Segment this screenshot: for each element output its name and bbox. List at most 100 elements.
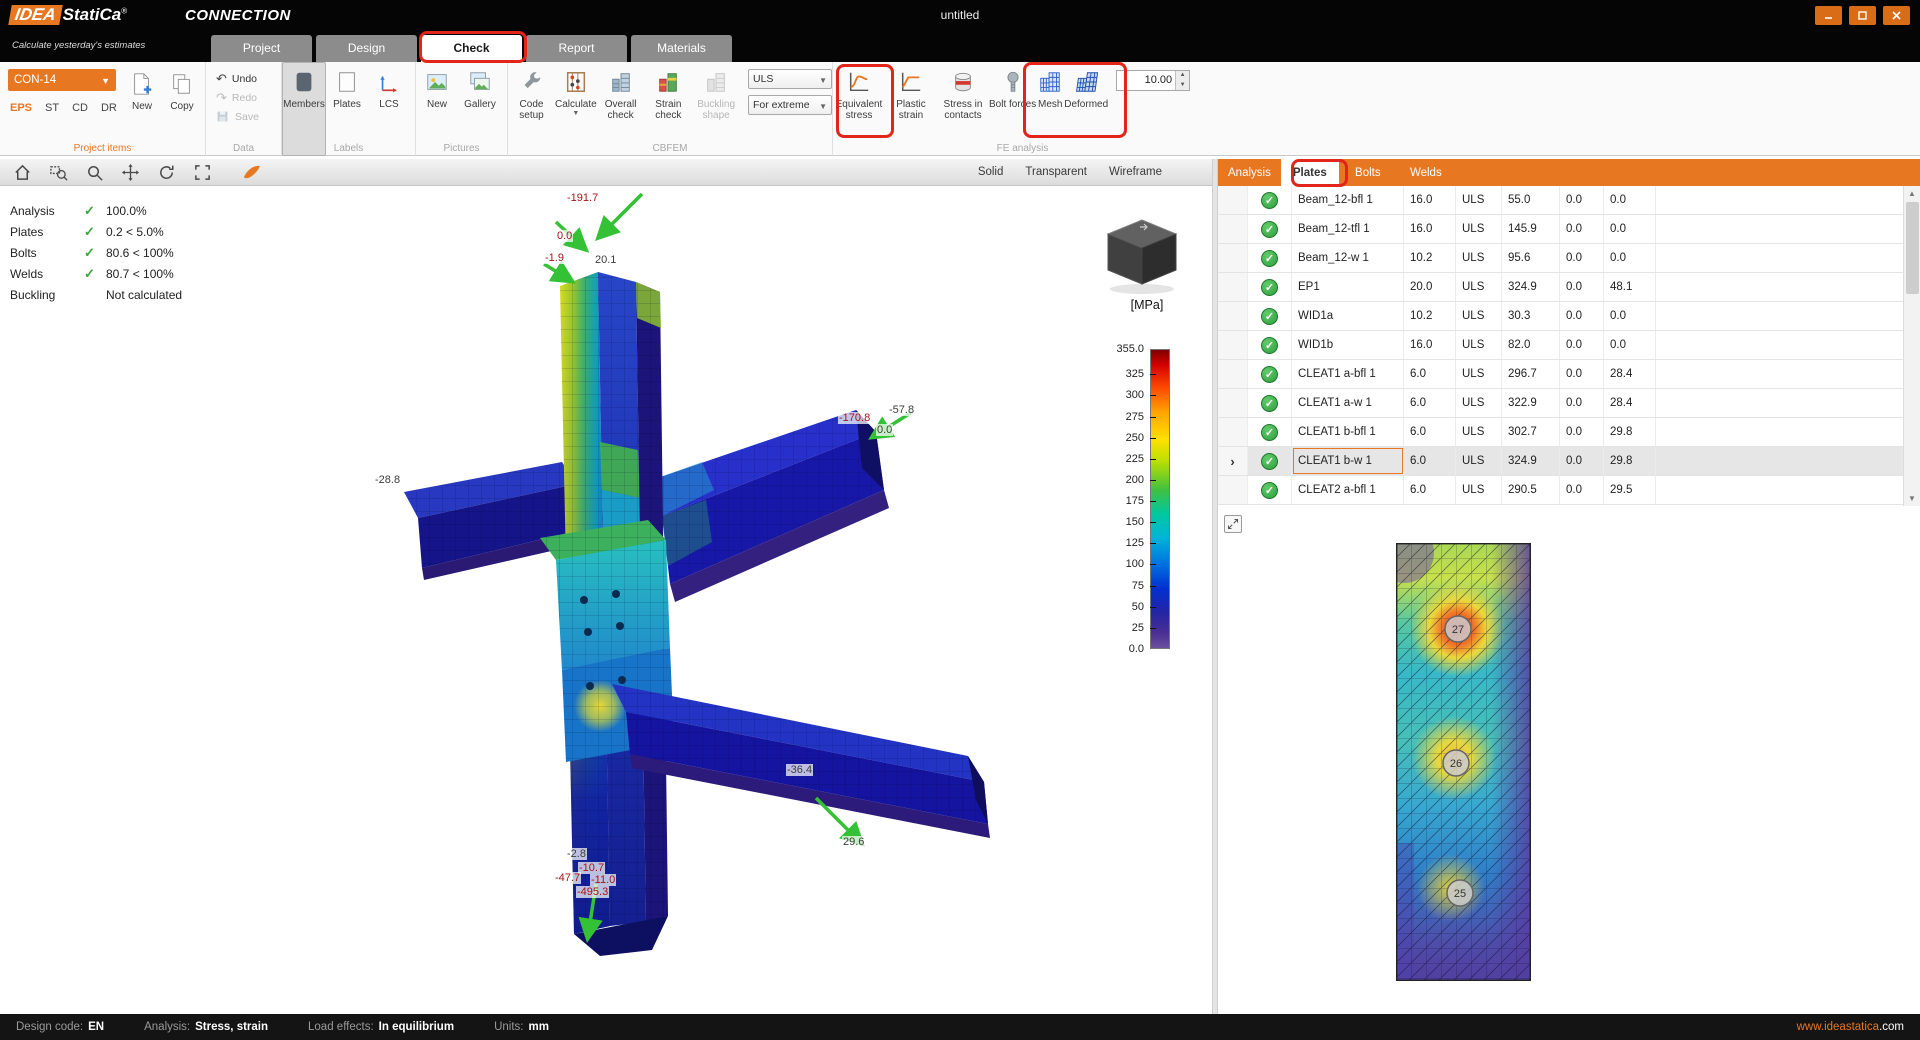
statusbar-item-value: In equilibrium bbox=[379, 1021, 454, 1033]
check-value-cell: 29.8 bbox=[1604, 447, 1656, 475]
copy-item-button[interactable]: Copy bbox=[162, 64, 202, 112]
undo-button[interactable]: ↶Undo bbox=[216, 69, 281, 88]
tab-check[interactable]: Check bbox=[421, 35, 522, 62]
table-row[interactable]: ✓ WID1a 10.2 ULS 30.3 0.0 0.0 bbox=[1218, 302, 1903, 331]
deformed-toggle-button[interactable]: Deformed bbox=[1064, 62, 1108, 156]
logo-reg: ® bbox=[121, 7, 127, 16]
model-viewport[interactable]: Solid Transparent Wireframe bbox=[0, 159, 1212, 1014]
table-row[interactable]: ✓ CLEAT1 a-w 1 6.0 ULS 322.9 0.0 28.4 bbox=[1218, 389, 1903, 418]
statusbar-item: Load effects:In equilibrium bbox=[308, 1021, 454, 1033]
statusbar-item: Analysis:Stress, strain bbox=[144, 1021, 268, 1033]
equivalent-stress-button[interactable]: Equivalent stress bbox=[833, 62, 885, 156]
table-row[interactable]: ✓ WID1b 16.0 ULS 82.0 0.0 0.0 bbox=[1218, 331, 1903, 360]
bolt-icon bbox=[999, 68, 1027, 96]
view-cube[interactable] bbox=[1100, 210, 1196, 296]
spinner-down-icon[interactable]: ▼ bbox=[1176, 81, 1189, 91]
tab-project[interactable]: Project bbox=[211, 35, 312, 62]
fea-3d-canvas[interactable]: -191.70.0-1.920.1-28.8-170.8-57.80.0-36.… bbox=[0, 186, 1212, 1014]
table-row[interactable]: ✓ CLEAT2 a-bfl 1 6.0 ULS 290.5 0.0 29.5 bbox=[1218, 476, 1903, 505]
buckling-shape-button[interactable]: Buckling shape bbox=[692, 62, 740, 156]
table-scrollbar[interactable]: ▲ ▼ bbox=[1903, 186, 1920, 506]
members-labels-button[interactable]: Members bbox=[282, 62, 326, 156]
results-panel: Analysis Plates Bolts Welds ✓ Beam_12-bf… bbox=[1218, 159, 1920, 1014]
legend-tick-mark bbox=[1150, 395, 1156, 396]
legend-tick-label: 250 bbox=[1126, 432, 1144, 444]
scroll-down-icon[interactable]: ▼ bbox=[1904, 491, 1920, 506]
window-minimize-button[interactable] bbox=[1815, 6, 1842, 25]
tab-report[interactable]: Report bbox=[526, 35, 627, 62]
lcs-labels-button[interactable]: LCS bbox=[368, 62, 410, 156]
mesh-toggle-button[interactable]: Mesh bbox=[1036, 62, 1064, 156]
paint-results-icon[interactable] bbox=[240, 161, 264, 183]
empty-cell bbox=[1656, 331, 1903, 359]
table-row[interactable]: ✓ CLEAT1 a-bfl 1 6.0 ULS 296.7 0.0 28.4 bbox=[1218, 360, 1903, 389]
strain-check-button[interactable]: Strain check bbox=[644, 62, 692, 156]
table-row[interactable]: ✓ Beam_12-w 1 10.2 ULS 95.6 0.0 0.0 bbox=[1218, 244, 1903, 273]
item-name-cell: Beam_12-w 1 bbox=[1292, 244, 1404, 272]
row-chevron bbox=[1218, 273, 1248, 301]
buckling-building-icon bbox=[702, 68, 730, 96]
detail-expand-button[interactable] bbox=[1224, 515, 1242, 533]
code-setup-button[interactable]: Code setup bbox=[508, 62, 555, 156]
window-maximize-button[interactable] bbox=[1849, 6, 1876, 25]
tab-materials[interactable]: Materials bbox=[631, 35, 732, 62]
mode-eps[interactable]: EPS bbox=[10, 102, 32, 114]
scroll-up-icon[interactable]: ▲ bbox=[1904, 186, 1920, 201]
statusbar-item-label: Units: bbox=[494, 1021, 523, 1033]
redo-button[interactable]: ↷Redo bbox=[216, 88, 281, 107]
window-close-button[interactable] bbox=[1883, 6, 1910, 25]
deformed-scale-spinner[interactable]: 10.00 ▲▼ bbox=[1116, 70, 1190, 91]
zoom-window-icon[interactable] bbox=[46, 161, 70, 183]
view-mode-solid[interactable]: Solid bbox=[978, 166, 1004, 178]
plastic-strain-button[interactable]: Plastic strain bbox=[885, 62, 937, 156]
mode-dr[interactable]: DR bbox=[101, 102, 117, 114]
loads-cell: ULS bbox=[1456, 273, 1502, 301]
rotate-icon[interactable] bbox=[154, 161, 178, 183]
zoom-icon[interactable] bbox=[82, 161, 106, 183]
extreme-select[interactable]: For extreme▼ bbox=[748, 95, 832, 115]
plate-detail-view[interactable]: 27 26 25 bbox=[1396, 543, 1531, 981]
results-tab-plates[interactable]: Plates bbox=[1281, 159, 1339, 186]
zoom-fit-icon[interactable] bbox=[190, 161, 214, 183]
mode-cd[interactable]: CD bbox=[72, 102, 88, 114]
legend-tick-label: 225 bbox=[1126, 453, 1144, 465]
view-mode-transparent[interactable]: Transparent bbox=[1025, 166, 1087, 178]
results-tab-bolts[interactable]: Bolts bbox=[1339, 159, 1397, 186]
loads-cell: ULS bbox=[1456, 447, 1502, 475]
table-row[interactable]: ✓ EP1 20.0 ULS 324.9 0.0 48.1 bbox=[1218, 273, 1903, 302]
website-link[interactable]: www.ideastatica.com bbox=[1797, 1021, 1904, 1033]
viewport-toolbar: Solid Transparent Wireframe bbox=[0, 159, 1212, 186]
overall-check-button[interactable]: Overall check bbox=[597, 62, 645, 156]
strain-cell: 0.0 bbox=[1560, 360, 1604, 388]
plates-labels-button[interactable]: Plates bbox=[326, 62, 368, 156]
home-view-icon[interactable] bbox=[10, 161, 34, 183]
view-mode-wireframe[interactable]: Wireframe bbox=[1109, 166, 1162, 178]
new-item-button[interactable]: New bbox=[122, 64, 162, 112]
summary-label: Analysis bbox=[10, 204, 84, 218]
table-row[interactable]: ✓ Beam_12-bfl 1 16.0 ULS 55.0 0.0 0.0 bbox=[1218, 186, 1903, 215]
table-row[interactable]: ✓ CLEAT1 b-bfl 1 6.0 ULS 302.7 0.0 29.8 bbox=[1218, 418, 1903, 447]
spinner-up-icon[interactable]: ▲ bbox=[1176, 71, 1189, 81]
stress-in-contacts-button[interactable]: Stress in contacts bbox=[937, 62, 989, 156]
gallery-button[interactable]: Gallery bbox=[458, 62, 502, 156]
lcs-axes-icon bbox=[375, 68, 403, 96]
results-tab-welds[interactable]: Welds bbox=[1397, 159, 1455, 186]
save-icon bbox=[216, 110, 230, 124]
loads-cell: ULS bbox=[1456, 244, 1502, 272]
item-name-cell: Beam_12-tfl 1 bbox=[1292, 215, 1404, 243]
calculate-button[interactable]: Calculate ▼ bbox=[555, 62, 597, 156]
mode-st[interactable]: ST bbox=[45, 102, 59, 114]
empty-cell bbox=[1656, 476, 1903, 504]
scrollbar-thumb[interactable] bbox=[1906, 202, 1919, 294]
load-type-select[interactable]: ULS▼ bbox=[748, 69, 832, 89]
new-picture-button[interactable]: New bbox=[416, 62, 458, 156]
table-row[interactable]: › ✓ CLEAT1 b-w 1 6.0 ULS 324.9 0.0 29.8 bbox=[1218, 447, 1903, 476]
table-row[interactable]: ✓ Beam_12-tfl 1 16.0 ULS 145.9 0.0 0.0 bbox=[1218, 215, 1903, 244]
pan-icon[interactable] bbox=[118, 161, 142, 183]
statusbar-item: Units:mm bbox=[494, 1021, 549, 1033]
connection-item-selector[interactable]: CON-14▼ bbox=[8, 69, 116, 91]
bolt-forces-button[interactable]: Bolt forces bbox=[989, 62, 1036, 156]
save-button[interactable]: Save bbox=[216, 107, 281, 126]
tab-design[interactable]: Design bbox=[316, 35, 417, 62]
results-tab-analysis[interactable]: Analysis bbox=[1218, 159, 1281, 186]
